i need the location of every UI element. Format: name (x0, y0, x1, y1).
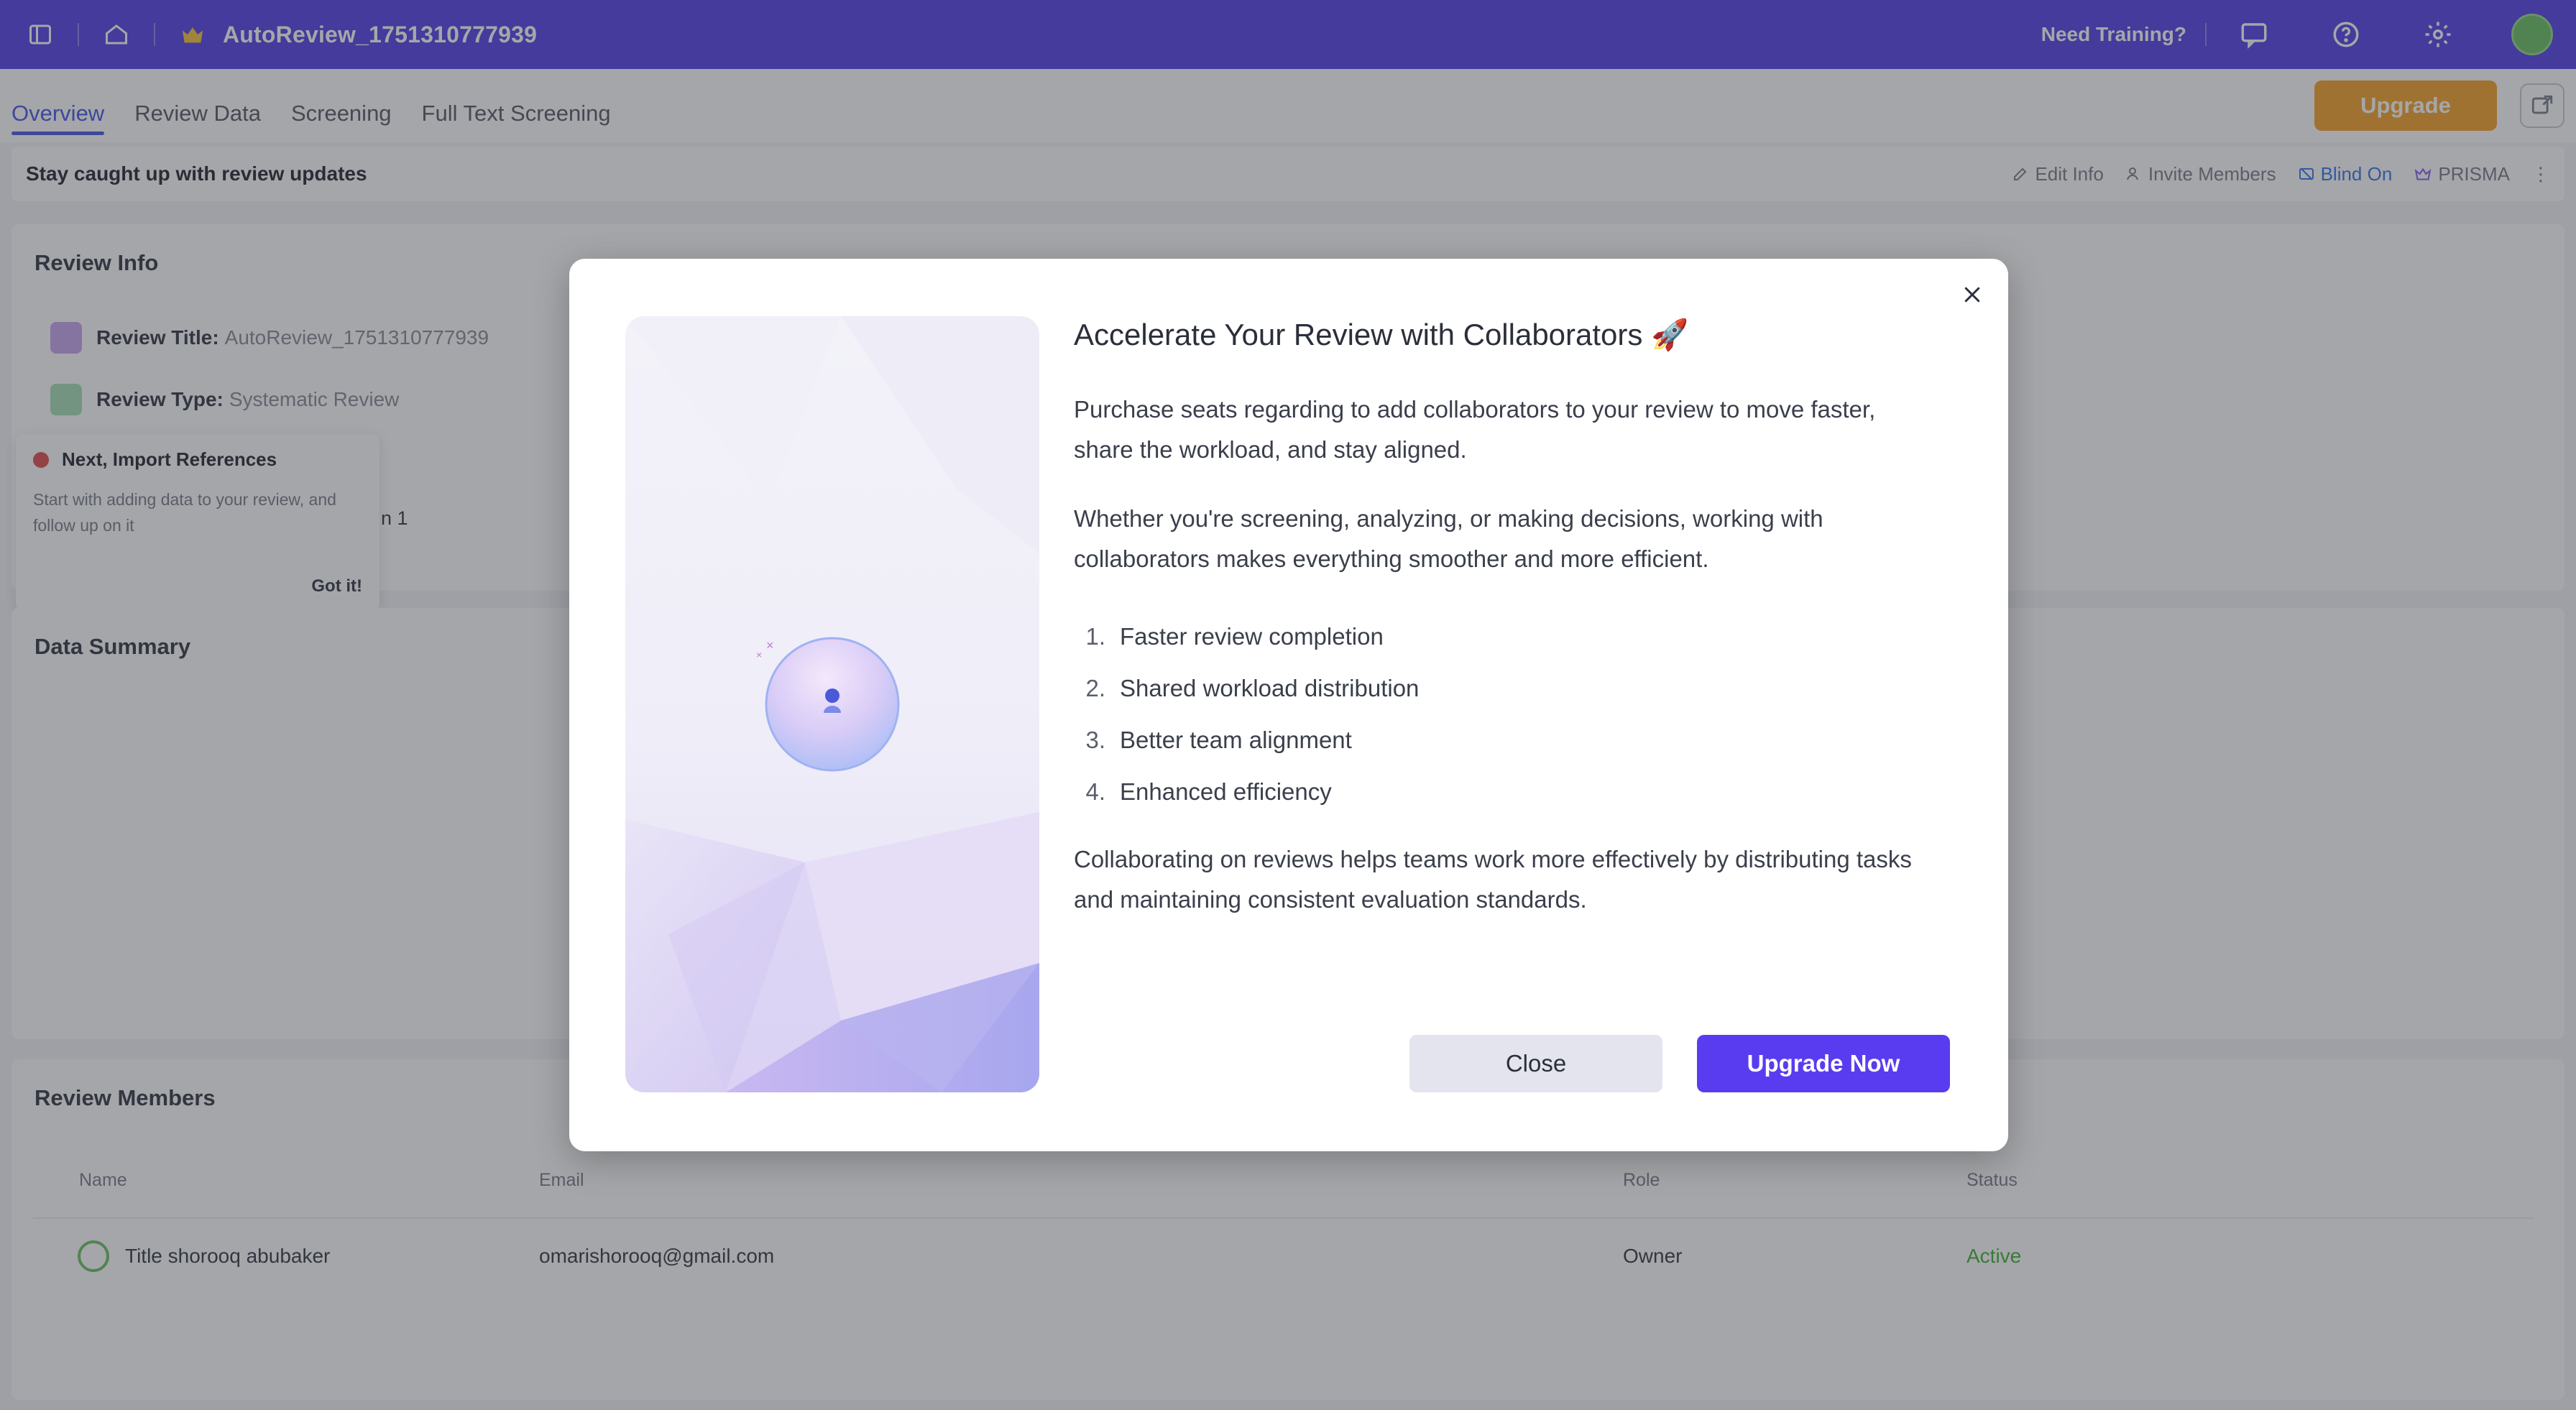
list-item: 2. Shared workload distribution (1085, 675, 1420, 701)
modal-paragraph-2: Whether you're screening, analyzing, or … (1074, 505, 1823, 572)
modal-paragraph-1: Purchase seats regarding to add collabor… (1074, 396, 1876, 463)
list-item: 4. Enhanced efficiency (1085, 778, 1332, 805)
upgrade-modal: × × Accelerate Your Review with Collabor… (569, 259, 2008, 1151)
upgrade-now-button[interactable]: Upgrade Now (1697, 1035, 1950, 1092)
close-button[interactable]: Close (1409, 1035, 1662, 1092)
close-icon[interactable] (1955, 277, 1990, 312)
svg-text:×: × (766, 638, 774, 653)
svg-text:×: × (756, 649, 762, 660)
list-item: 1. Faster review completion (1085, 623, 1384, 650)
benefits-list: 1. Faster review completion 2. Shared wo… (1074, 611, 1936, 818)
modal-paragraph-3: Collaborating on reviews helps teams wor… (1074, 846, 1912, 913)
list-item: 3. Better team alignment (1085, 727, 1352, 753)
collaborators-illustration: × × (625, 316, 1039, 1092)
modal-title: Accelerate Your Review with Collaborator… (1074, 318, 1689, 351)
modal-content: Accelerate Your Review with Collaborator… (1074, 313, 1936, 920)
